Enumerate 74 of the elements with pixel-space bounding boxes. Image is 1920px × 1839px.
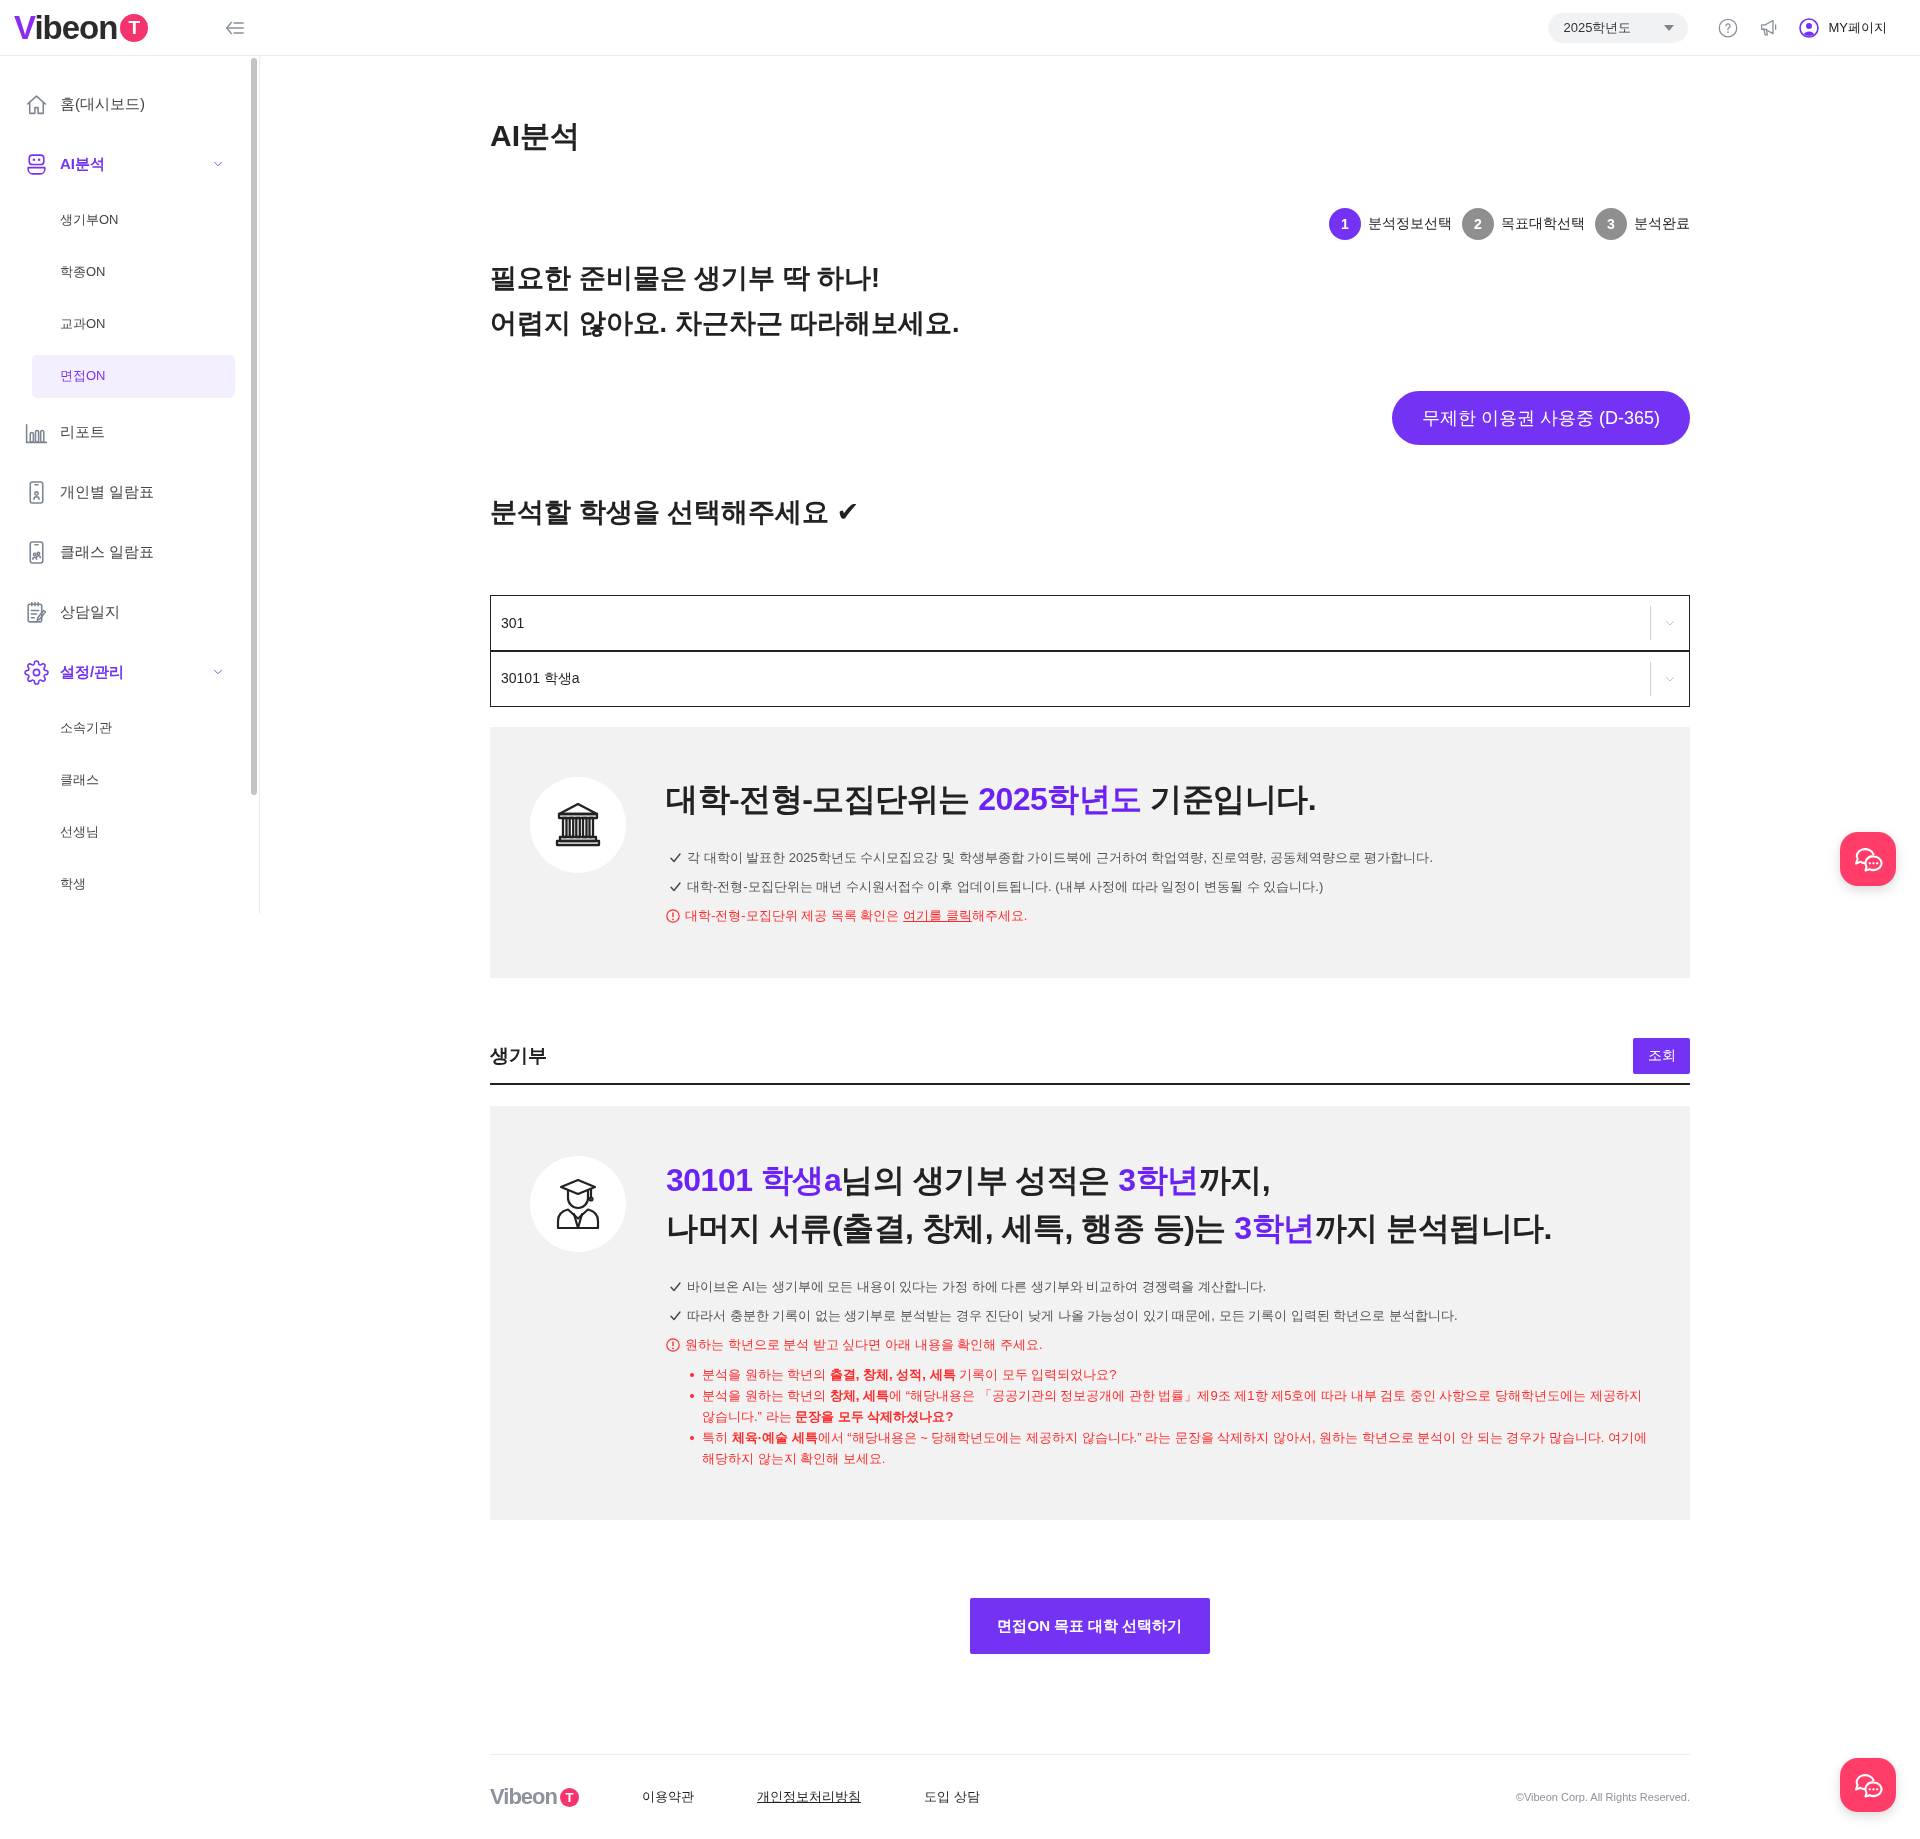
note-text: 따라서 충분한 기록이 없는 생기부로 분석받는 경우 진단이 낮게 나올 가능성이 있기 때문에, 모든 기록이 입력된 학년으로 분석합니다.	[687, 1307, 1458, 1325]
bullet-dot-icon	[690, 1435, 694, 1440]
sub-nav-item[interactable]: 교과ON	[32, 302, 235, 346]
pass-status-button[interactable]: 무제한 이용권 사용중 (D-365)	[1391, 391, 1690, 445]
check-icon	[670, 1281, 681, 1292]
logo-badge: T	[559, 1787, 579, 1807]
sub-nav-item[interactable]: 면접ON	[32, 354, 235, 398]
step-label: 분석완료	[1634, 215, 1690, 233]
sub-nav-item[interactable]: 선생님	[32, 810, 235, 854]
step-number-badge: 2	[1462, 208, 1494, 240]
chat-icon	[1853, 845, 1883, 873]
notepad-pencil-icon	[24, 599, 49, 625]
scrollbar-thumb[interactable]	[251, 58, 257, 795]
copyright-text: ©Vibeon Corp. All Rights Reserved.	[1515, 1791, 1690, 1803]
query-button[interactable]: 조회	[1633, 1038, 1690, 1074]
warning-text: 원하는 학년으로 분석 받고 싶다면 아래 내용을 확인해 주세요.	[685, 1336, 1043, 1354]
notice-title: 대학-전형-모집단위는 2025학년도 기준입니다.	[666, 780, 1318, 819]
step-number-badge: 3	[1595, 208, 1627, 240]
nav-item[interactable]: 상담일지	[0, 582, 259, 642]
select-field[interactable]: 301	[490, 595, 1690, 651]
bullet-text: 특히 체육·예술 세특에서 “해당내용은 ~ 당해학년도에는 제공하지 않습니다.” 라는 문장을 삭제하지 않아서, 원하는 학년으로 분석이 안 되는 경우가 많습니다. 여기에 해당하지 않는지 확인해 보세요.	[702, 1429, 1649, 1468]
section-heading: 생기부	[490, 1044, 547, 1068]
chat-icon	[1853, 1771, 1883, 1799]
check-icon	[670, 881, 681, 892]
bullet-text: 분석을 원하는 학년의 출결, 창체, 성적, 세특 기록이 모두 입력되었나요?	[702, 1366, 1117, 1384]
robot-icon	[24, 151, 49, 177]
nav-item[interactable]: 클래스 일람표	[0, 522, 259, 582]
note-text: 대학-전형-모집단위는 매년 수시원서접수 이후 업데이트됩니다. (내부 사정에 따라 일정이 변동될 수 있습니다.)	[687, 878, 1324, 896]
select-field[interactable]: 30101 학생a	[490, 651, 1690, 707]
footer-link[interactable]: 개인정보처리방침	[756, 1788, 861, 1806]
warning-text: 대학-전형-모집단위 제공 목록 확인은 여기를 클릭해주세요.	[685, 907, 1028, 925]
logo[interactable]: Vibeon T	[14, 8, 149, 47]
headline-text: 어렵지 않아요. 차근차근 따라해보세요.	[490, 307, 961, 340]
user-icon	[1798, 17, 1819, 38]
footer-link[interactable]: 도입 상담	[923, 1788, 980, 1806]
bullet-dot-icon	[690, 1393, 694, 1398]
sub-nav-item[interactable]: 소속기관	[32, 706, 235, 750]
settings-icon	[24, 659, 49, 685]
chat-button[interactable]	[1840, 1758, 1896, 1812]
note-text: 바이브온 AI는 생기부에 모든 내용이 있다는 가정 하에 다른 생기부와 비교하여 경쟁력을 계산합니다.	[687, 1278, 1267, 1296]
nav-item[interactable]: 개인별 일람표	[0, 462, 259, 522]
notice-title: 30101 학생a님의 생기부 성적은 3학년까지, 나머지 서류(출결, 창체, 세특, 행종 등)는 3학년까지 분석됩니다.	[666, 1161, 1553, 1248]
nav-item[interactable]: 홈(대시보드)	[0, 74, 259, 134]
chat-button[interactable]	[1840, 832, 1896, 886]
note-text: 각 대학이 발표한 2025학년도 수시모집요강 및 학생부종합 가이드북에 근거하여 학업역량, 진로역량, 공동체역량으로 평가합니다.	[687, 849, 1434, 867]
headline-text: 필요한 준비물은 생기부 딱 하나!	[490, 262, 881, 295]
sub-nav-item[interactable]: 클래스	[32, 758, 235, 802]
page-title: AI분석	[490, 118, 581, 154]
check-icon	[670, 852, 681, 863]
check-icon	[670, 1310, 681, 1321]
alert-icon	[666, 908, 680, 923]
footer-link[interactable]: 이용약관	[641, 1788, 694, 1806]
help-icon[interactable]	[1717, 17, 1738, 38]
sub-nav-item[interactable]: 학생	[32, 862, 235, 906]
nav-item[interactable]: AI분석	[0, 134, 259, 194]
columned-building-icon	[530, 777, 626, 873]
nav-item[interactable]: 설정/관리	[0, 642, 259, 702]
alert-icon	[666, 1337, 680, 1352]
step-number-badge: 1	[1329, 208, 1361, 240]
graduate-icon	[530, 1156, 626, 1252]
sub-nav-item[interactable]: 학종ON	[32, 250, 235, 294]
caret-icon	[1663, 24, 1674, 31]
step-label: 분석정보선택	[1368, 215, 1452, 233]
bullet-dot-icon	[690, 1372, 694, 1377]
year-select[interactable]: 2025학년도	[1547, 12, 1688, 43]
logo[interactable]: Vibeon T	[490, 1784, 579, 1810]
step-label: 목표대학선택	[1501, 215, 1585, 233]
logo-badge: T	[120, 13, 149, 42]
bullet-text: 분석을 원하는 학년의 창체, 세특에 “해당내용은 「공공기관의 정보공개에 관한 법률」제9조 제1항 제5호에 따라 내부 검토 중인 사항으로 당해학년도에는 제공하지 않습니다.” 라는 문장을 모두 삭제하셨나요?	[702, 1387, 1643, 1426]
section-heading: 분석할 학생을 선택해주세요 ✔	[490, 496, 861, 529]
nav-item[interactable]: 리포트	[0, 402, 259, 462]
sub-nav-item[interactable]: 생기부ON	[32, 198, 235, 242]
mypage-link[interactable]: MY페이지	[1798, 17, 1887, 38]
next-step-button[interactable]: 면접ON 목표 대학 선택하기	[970, 1598, 1210, 1654]
